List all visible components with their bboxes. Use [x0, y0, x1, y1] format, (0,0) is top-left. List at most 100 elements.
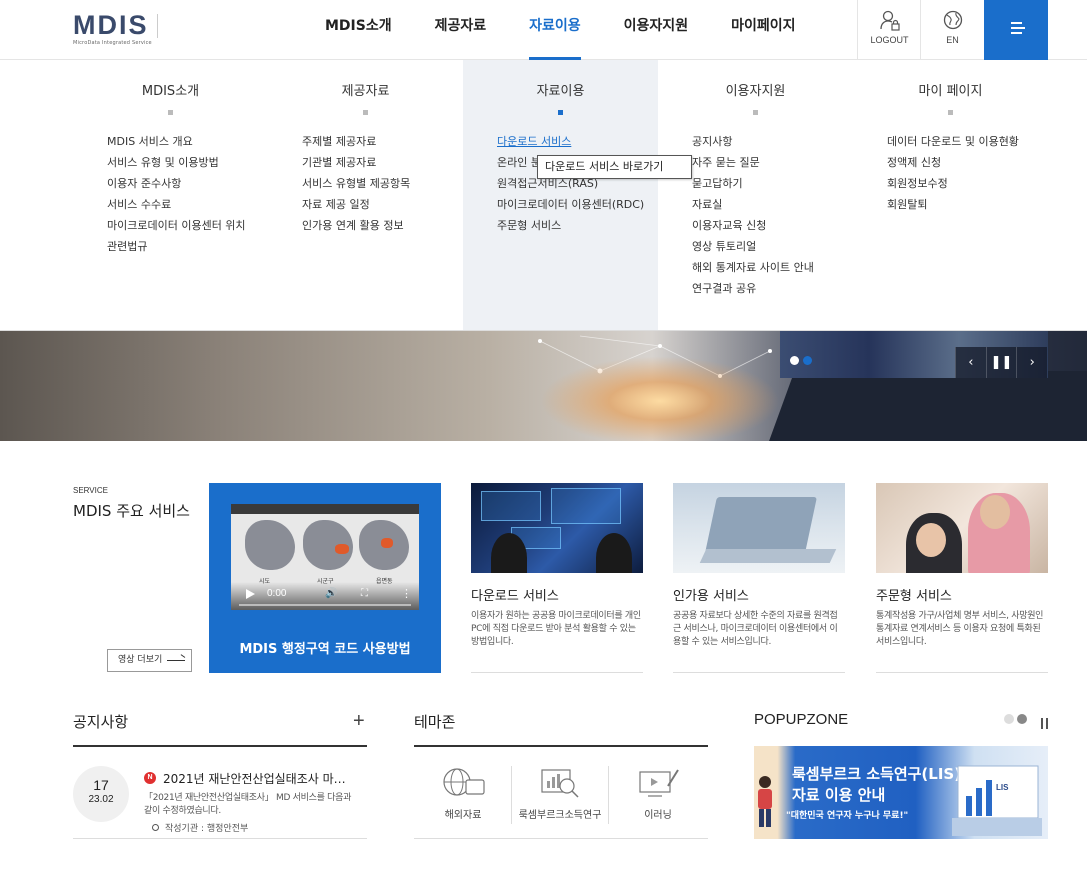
service-card-download[interactable]: 다운로드 서비스 이용자가 원하는 공공용 마이크로데이터를 개인 PC에 직접…: [471, 483, 643, 673]
chevron-right-icon[interactable]: ›: [1016, 347, 1047, 378]
menu-link[interactable]: 자료 제공 일정: [302, 197, 410, 218]
menu-link[interactable]: 원격접근서비스(RAS): [497, 176, 644, 197]
chevron-left-icon[interactable]: ‹: [955, 347, 986, 378]
popup-dot-active[interactable]: [1017, 714, 1027, 724]
menu-link[interactable]: 기관별 제공자료: [302, 155, 410, 176]
menu-link[interactable]: 주문형 서비스: [497, 218, 644, 239]
banner-dot-active[interactable]: [803, 356, 812, 365]
person-face: [916, 523, 946, 557]
menu-link[interactable]: 주제별 제공자료: [302, 134, 410, 155]
menu-link[interactable]: 연구결과 공유: [692, 281, 814, 302]
mega-col-title[interactable]: 이용자지원: [658, 80, 853, 99]
section-title: MDIS 주요 서비스: [73, 502, 190, 520]
theme-item-overseas[interactable]: 해외자료: [415, 765, 511, 825]
menu-link[interactable]: 회원정보수정: [887, 176, 1019, 197]
more-vertical-icon[interactable]: ⋮: [401, 587, 412, 600]
menu-link[interactable]: 이용자 준수사항: [107, 176, 246, 197]
menu-link[interactable]: 마이크로데이터 이용센터 위치: [107, 218, 246, 239]
pause-icon[interactable]: ❚❚: [985, 347, 1017, 378]
menu-link[interactable]: 해외 통계자료 사이트 안내: [692, 260, 814, 281]
video-player[interactable]: 시도 시군구 읍면동 0:00 🔊 ⛶ ⋮: [231, 504, 419, 610]
menu-link-download-service[interactable]: 다운로드 서비스: [497, 134, 644, 155]
logo-text: MDIS: [73, 10, 149, 40]
hamburger-icon-line: [1011, 32, 1022, 34]
menu-link[interactable]: 정액제 신청: [887, 155, 1019, 176]
mega-col-title[interactable]: MDIS소개: [73, 80, 268, 99]
user-lock-icon: [858, 10, 921, 32]
card-title: 인가용 서비스: [673, 589, 749, 604]
mega-col-provided-data: 제공자료 주제별 제공자료 기관별 제공자료 서비스 유형별 제공항목 자료 제…: [268, 60, 463, 330]
mega-col-title[interactable]: 제공자료: [268, 80, 463, 99]
menu-link[interactable]: 묻고답하기: [692, 176, 814, 197]
menu-link[interactable]: 회원탈퇴: [887, 197, 1019, 218]
hamburger-icon-line: [1011, 27, 1025, 29]
col-dot: [753, 110, 758, 115]
notice-item-desc[interactable]: 「2021년 재난안전산업실태조사」 MD 서비스를 다음과 같이 수정하였습니…: [144, 792, 359, 818]
language-button[interactable]: EN: [920, 0, 984, 60]
menu-link[interactable]: 관련법규: [107, 239, 246, 260]
map-highlight: [381, 538, 393, 548]
search-chart-icon: [512, 765, 608, 801]
menu-link[interactable]: 인가용 연계 활용 정보: [302, 218, 410, 239]
logout-button[interactable]: LOGOUT: [857, 0, 921, 60]
menu-link[interactable]: MDIS 서비스 개요: [107, 134, 246, 155]
nav-data-use[interactable]: 자료이용: [529, 0, 581, 60]
nav-user-support[interactable]: 이용자지원: [624, 0, 688, 60]
card-divider: [471, 672, 643, 673]
card-desc: 이용자가 원하는 공공용 마이크로데이터를 개인 PC에 직접 다운로드 받아 …: [471, 611, 641, 647]
banner-dot[interactable]: [790, 356, 799, 365]
volume-icon[interactable]: 🔊: [325, 588, 337, 599]
sitemap-menu-button[interactable]: [984, 0, 1048, 60]
menu-link[interactable]: 데이터 다운로드 및 이용현황: [887, 134, 1019, 155]
popup-dot[interactable]: [1004, 714, 1014, 724]
map-shape: [245, 520, 295, 570]
language-label: EN: [946, 35, 959, 45]
monitor-pen-icon: [610, 765, 706, 801]
mega-col-title[interactable]: 마이 페이지: [853, 80, 1048, 99]
theme-label: 해외자료: [444, 810, 482, 821]
menu-link[interactable]: 서비스 수수료: [107, 197, 246, 218]
notice-item-title[interactable]: 2021년 재난안전산업실태조사 마…: [163, 770, 346, 787]
fullscreen-icon[interactable]: ⛶: [361, 588, 368, 599]
mega-menu: MDIS소개 MDIS 서비스 개요 서비스 유형 및 이용방법 이용자 준수사…: [0, 60, 1087, 331]
col-dot: [168, 110, 173, 115]
play-icon[interactable]: [246, 589, 255, 599]
popup-banner-lis[interactable]: 룩셈부르크 소득연구(LIS) 자료 이용 안내 "대한민국 연구자 누구나 무료…: [754, 746, 1048, 839]
col-dot: [363, 110, 368, 115]
video-header-bar: [231, 504, 419, 514]
service-card-custom[interactable]: 주문형 서비스 통계작성용 가구/사업체 명부 서비스, 사망원인통계자료 연계…: [876, 483, 1048, 673]
mega-col-title[interactable]: 자료이용: [463, 80, 658, 99]
menu-link[interactable]: 서비스 유형 및 이용방법: [107, 155, 246, 176]
glowing-hand: [540, 356, 780, 441]
menu-link[interactable]: 이용자교육 신청: [692, 218, 814, 239]
nav-provided-data[interactable]: 제공자료: [435, 0, 487, 60]
video-progress[interactable]: [239, 604, 411, 606]
screen-graphic: [481, 491, 541, 521]
popupzone-pagination: [1004, 714, 1027, 724]
menu-link[interactable]: 공지사항: [692, 134, 814, 155]
menu-link[interactable]: 영상 튜토리얼: [692, 239, 814, 260]
plus-icon[interactable]: +: [353, 711, 365, 731]
video-more-button[interactable]: 영상 더보기: [107, 649, 192, 672]
pause-icon[interactable]: [1041, 718, 1048, 729]
menu-link[interactable]: 서비스 유형별 제공항목: [302, 176, 410, 197]
theme-item-elearning[interactable]: 이러닝: [610, 765, 706, 825]
person-illustration: [758, 776, 772, 827]
feature-video-card[interactable]: 시도 시군구 읍면동 0:00 🔊 ⛶ ⋮ MDIS 행정구역 코드 사용방법: [209, 483, 441, 673]
notice-header-line: [73, 745, 367, 747]
card-title: 주문형 서비스: [876, 589, 952, 604]
menu-link[interactable]: 자주 묻는 질문: [692, 155, 814, 176]
nav-mdis-intro[interactable]: MDIS소개: [325, 0, 392, 60]
menu-link[interactable]: 자료실: [692, 197, 814, 218]
map-highlight: [335, 544, 349, 554]
suit-sleeve: [765, 371, 1087, 441]
card-image: [471, 483, 643, 573]
menu-link[interactable]: 마이크로데이터 이용센터(RDC): [497, 197, 644, 218]
theme-item-lis[interactable]: 룩셈부르크소득연구: [512, 765, 608, 825]
service-card-licensed[interactable]: 인가용 서비스 공공용 자료보다 상세한 수준의 자료를 원격접근 서비스나, …: [673, 483, 845, 673]
nav-mypage[interactable]: 마이페이지: [731, 0, 795, 60]
card-image: [673, 483, 845, 573]
main-visual-banner: ‹ ❚❚ ›: [0, 331, 1087, 441]
site-logo[interactable]: MDIS MicroData Integrated Service: [73, 10, 152, 47]
logo-subtitle: MicroData Integrated Service: [73, 40, 152, 46]
